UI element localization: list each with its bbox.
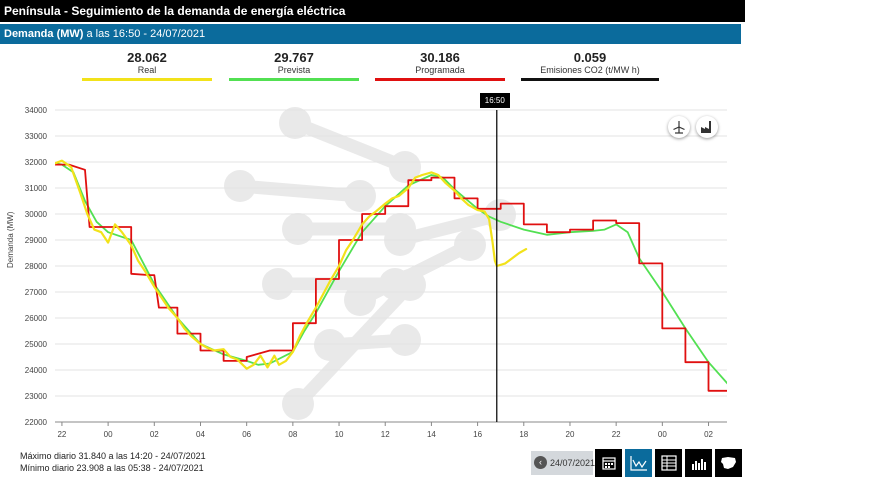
wind-turbine-button[interactable]	[668, 116, 690, 138]
demand-chart: 22000 23000 24000 25000 26000 27000 28000 29000…	[25, 106, 727, 439]
wind-turbine-icon	[673, 121, 685, 134]
bar-chart-button[interactable]	[685, 449, 712, 477]
x-tick-label: 10	[335, 430, 344, 439]
y-tick-label: 24000	[25, 366, 48, 375]
watermark-dot-end-1	[344, 180, 376, 212]
y-tick-label: 22000	[25, 418, 48, 427]
y-tick-label: 30000	[25, 210, 48, 219]
x-tick-label: 14	[427, 430, 436, 439]
y-tick-label: 29000	[25, 236, 48, 245]
x-tick-label: 22	[57, 430, 66, 439]
table-view-button[interactable]	[655, 449, 682, 477]
watermark-dot-6	[344, 284, 376, 316]
watermark-logo	[224, 107, 516, 420]
watermark-dot-5	[314, 329, 346, 361]
daily-max-text: Máximo diario 31.840 a las 14:20 - 24/07…	[20, 451, 206, 461]
date-selector[interactable]: ‹ 24/07/2021	[531, 451, 596, 475]
y-tick-label: 27000	[25, 288, 48, 297]
x-tick-label: 04	[196, 430, 205, 439]
y-tick-label: 25000	[25, 340, 48, 349]
y-tick-label: 32000	[25, 158, 48, 167]
chart-icon	[629, 456, 647, 471]
x-tick-label: 00	[658, 430, 667, 439]
watermark-dot-1	[224, 170, 256, 202]
x-tick-label: 18	[519, 430, 528, 439]
x-tick-label: 20	[566, 430, 575, 439]
x-tick-label: 08	[288, 430, 297, 439]
factory-icon	[701, 121, 711, 133]
y-tick-label: 34000	[25, 106, 48, 115]
factory-button[interactable]	[696, 116, 718, 138]
chart-view-button[interactable]	[625, 449, 652, 477]
y-tick-label: 31000	[25, 184, 48, 193]
time-cursor-label: 16:50	[479, 93, 510, 108]
y-tick-label: 23000	[25, 392, 48, 401]
watermark-dot-0	[279, 107, 311, 139]
chevron-left-icon[interactable]: ‹	[534, 456, 547, 469]
x-tick-label: 02	[150, 430, 159, 439]
x-tick-label: 00	[104, 430, 113, 439]
watermark-bar-0	[288, 116, 412, 174]
x-tick-label: 22	[612, 430, 621, 439]
spain-map-icon	[720, 457, 736, 469]
x-tick-label: 02	[704, 430, 713, 439]
watermark-dot-3	[262, 268, 294, 300]
x-tick-label: 12	[381, 430, 390, 439]
y-tick-labels: 22000 23000 24000 25000 26000 27000 28000 29000…	[25, 106, 48, 427]
daily-min-text: Mínimo diario 23.908 a las 05:38 - 24/07…	[20, 463, 204, 473]
y-tick-label: 26000	[25, 314, 48, 323]
date-text: 24/07/2021	[550, 458, 596, 468]
watermark-dot-end-6	[454, 229, 486, 261]
calendar-button[interactable]	[595, 449, 622, 477]
x-tick-label: 16	[473, 430, 482, 439]
x-tick-label: 06	[242, 430, 251, 439]
bar-chart-icon	[691, 459, 706, 470]
x-tick-labels: 22 00 02 04 06 08 10 12 14 16 18 20 22 00 02	[57, 422, 714, 439]
watermark-dot-end-5	[389, 324, 421, 356]
table-icon	[660, 455, 677, 471]
y-tick-label: 28000	[25, 262, 48, 271]
y-tick-label: 33000	[25, 132, 48, 141]
map-button[interactable]	[715, 449, 742, 477]
watermark-dot-4	[282, 388, 314, 420]
calendar-icon	[601, 457, 616, 470]
